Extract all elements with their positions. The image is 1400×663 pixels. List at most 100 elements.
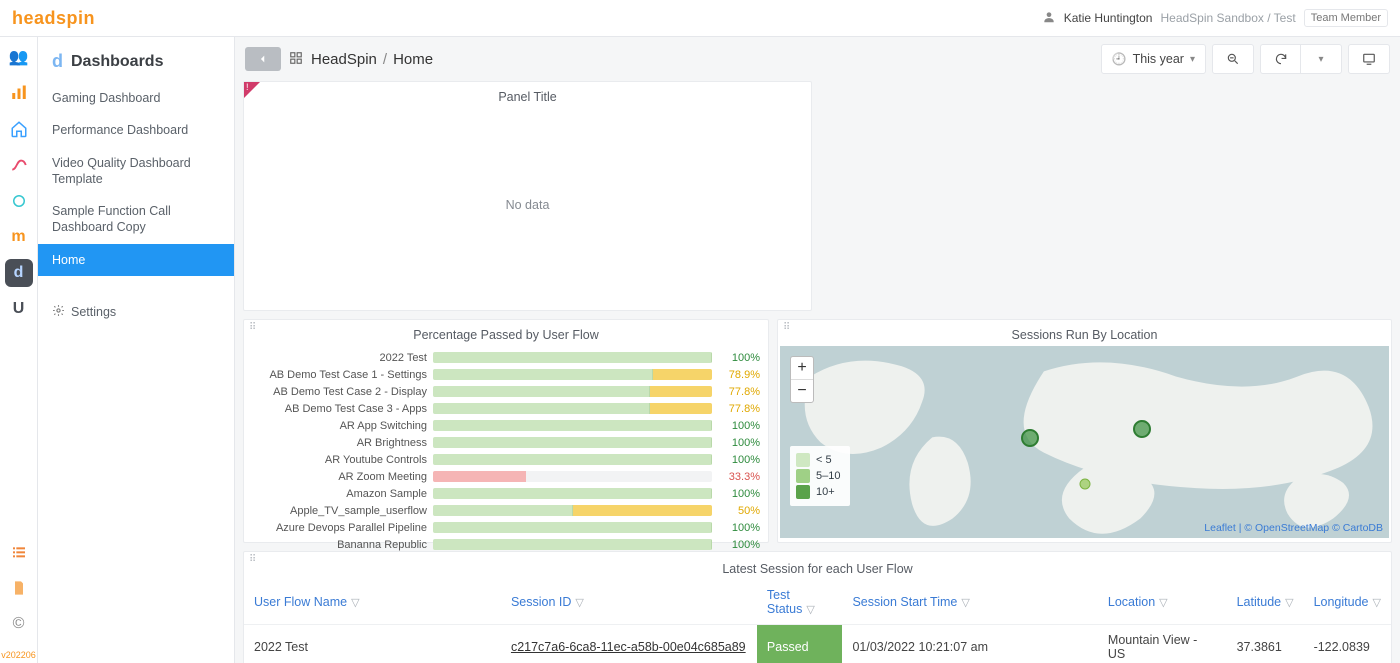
legend-swatch xyxy=(796,469,810,483)
cell-lat: 37.3861 xyxy=(1227,625,1304,663)
bar-label: AR App Switching xyxy=(252,420,427,432)
drag-handle-icon[interactable]: ⠿ xyxy=(249,556,256,564)
time-range-picker[interactable]: This year ▾ xyxy=(1101,44,1206,74)
rail-people-icon[interactable]: 👥 xyxy=(5,43,33,71)
refresh-interval-button[interactable]: ▾ xyxy=(1300,44,1342,74)
rail-m-icon[interactable]: m xyxy=(5,223,33,251)
rail-u-icon[interactable]: U xyxy=(5,295,33,323)
dashboards-icon: d xyxy=(52,51,63,72)
map-marker[interactable] xyxy=(1133,420,1151,438)
sidebar-item[interactable]: Performance Dashboard xyxy=(38,114,234,146)
sidebar-item[interactable]: Home xyxy=(38,244,234,276)
th-test-status[interactable]: Test Status▽ xyxy=(757,580,843,625)
bar-track xyxy=(433,454,712,465)
filter-icon[interactable]: ▽ xyxy=(1159,597,1167,609)
cell-location: Mountain View - US xyxy=(1098,625,1227,663)
sidebar-item[interactable]: Gaming Dashboard xyxy=(38,82,234,114)
rail-curve-icon[interactable] xyxy=(5,151,33,179)
drag-handle-icon[interactable]: ⠿ xyxy=(249,324,256,332)
bar-row: AR Youtube Controls 100% xyxy=(252,452,760,467)
bar-track xyxy=(433,488,712,499)
clock-icon xyxy=(1112,52,1127,66)
panel-map: ⠿ Sessions Run By Location xyxy=(777,319,1392,543)
sidebar-item[interactable]: Video Quality Dashboard Template xyxy=(38,147,234,196)
bar-value: 100% xyxy=(718,488,760,500)
bar-label: AR Youtube Controls xyxy=(252,454,427,466)
bar-value: 50% xyxy=(718,505,760,517)
cell-status: Passed xyxy=(757,625,843,663)
tv-mode-button[interactable] xyxy=(1348,44,1390,74)
bar-value: 100% xyxy=(718,539,760,551)
bar-value: 100% xyxy=(718,352,760,364)
table-row[interactable]: 2022 Test c217c7a6-6ca8-11ec-a58b-00e04c6… xyxy=(244,625,1391,663)
bar-label: Apple_TV_sample_userflow xyxy=(252,505,427,517)
legend-item: 5–10 xyxy=(796,468,840,484)
panel-title-label: Panel Title xyxy=(244,82,811,108)
legend-label: 5–10 xyxy=(816,470,840,482)
sidebar-title: d Dashboards xyxy=(38,47,234,82)
map-attribution: Leaflet | © OpenStreetMap © CartoDB xyxy=(1204,522,1383,534)
bar-track xyxy=(433,471,712,482)
filter-icon[interactable]: ▽ xyxy=(575,597,583,609)
filter-icon[interactable]: ▽ xyxy=(806,604,814,616)
map-title: Sessions Run By Location xyxy=(778,320,1391,346)
legend-item: < 5 xyxy=(796,452,840,468)
bar-value: 100% xyxy=(718,454,760,466)
rail-list-icon[interactable] xyxy=(5,538,33,566)
legend-swatch xyxy=(796,453,810,467)
map-marker[interactable] xyxy=(1021,429,1039,447)
leaflet-link[interactable]: Leaflet xyxy=(1204,522,1236,534)
th-session-id[interactable]: Session ID▽ xyxy=(501,580,757,625)
bar-track xyxy=(433,539,712,550)
filter-icon[interactable]: ▽ xyxy=(1285,597,1293,609)
user-icon xyxy=(1042,10,1056,27)
bar-label: AB Demo Test Case 1 - Settings xyxy=(252,369,427,381)
bar-row: Bananna Republic100% xyxy=(252,537,760,552)
bar-value: 33.3% xyxy=(718,471,760,483)
refresh-button[interactable] xyxy=(1260,44,1301,74)
rail-bars-icon[interactable] xyxy=(5,79,33,107)
osm-link[interactable]: OpenStreetMap xyxy=(1255,522,1329,534)
gear-icon xyxy=(52,304,65,320)
breadcrumb[interactable]: HeadSpin / Home xyxy=(311,51,433,68)
bars-title: Percentage Passed by User Flow xyxy=(244,320,768,346)
filter-icon[interactable]: ▽ xyxy=(351,597,359,609)
bar-row: AB Demo Test Case 1 - Settings78.9% xyxy=(252,367,760,382)
back-button[interactable] xyxy=(245,47,281,71)
session-link[interactable]: c217c7a6-6ca8-11ec-a58b-00e04c685a89 xyxy=(511,640,746,654)
bar-label: AR Brightness xyxy=(252,437,427,449)
map-canvas[interactable]: + − < 55–1010+ Leaflet | © OpenStreetMap… xyxy=(780,346,1389,538)
sidebar-item[interactable]: Sample Function Call Dashboard Copy xyxy=(38,195,234,244)
filter-icon[interactable]: ▽ xyxy=(961,597,969,609)
cell-name: 2022 Test xyxy=(244,625,501,663)
user-name[interactable]: Katie Huntington xyxy=(1064,11,1153,25)
drag-handle-icon[interactable]: ⠿ xyxy=(783,324,790,332)
bar-row: Apple_TV_sample_userflow 50% xyxy=(252,503,760,518)
bar-value: 100% xyxy=(718,420,760,432)
map-zoom-out[interactable]: − xyxy=(791,380,813,402)
bar-track xyxy=(433,386,712,397)
bar-label: AB Demo Test Case 3 - Apps xyxy=(252,403,427,415)
rail-copyright-icon[interactable]: © xyxy=(5,610,33,638)
carto-link[interactable]: CartoDB xyxy=(1343,522,1383,534)
rail-hex-icon[interactable] xyxy=(5,187,33,215)
bar-label: AB Demo Test Case 2 - Display xyxy=(252,386,427,398)
zoom-out-button[interactable] xyxy=(1212,44,1254,74)
panel-alert-icon[interactable] xyxy=(244,82,260,98)
sidebar-settings[interactable]: Settings xyxy=(38,294,234,330)
rail-doc-icon[interactable] xyxy=(5,574,33,602)
th-location[interactable]: Location▽ xyxy=(1098,580,1227,625)
map-marker[interactable] xyxy=(1079,479,1090,490)
th-user-flow[interactable]: User Flow Name▽ xyxy=(244,580,501,625)
th-longitude[interactable]: Longitude▽ xyxy=(1304,580,1391,625)
rail-home-icon[interactable] xyxy=(5,115,33,143)
th-latitude[interactable]: Latitude▽ xyxy=(1227,580,1304,625)
bar-value: 77.8% xyxy=(718,386,760,398)
th-start-time[interactable]: Session Start Time▽ xyxy=(842,580,1097,625)
main-area: HeadSpin / Home This year ▾ ▾ xyxy=(235,37,1400,663)
rail-dash-icon[interactable]: d xyxy=(5,259,33,287)
map-zoom-in[interactable]: + xyxy=(791,357,813,380)
filter-icon[interactable]: ▽ xyxy=(1372,597,1380,609)
page-toolbar: HeadSpin / Home This year ▾ ▾ xyxy=(235,37,1400,81)
bar-row: Azure Devops Parallel Pipeline100% xyxy=(252,520,760,535)
